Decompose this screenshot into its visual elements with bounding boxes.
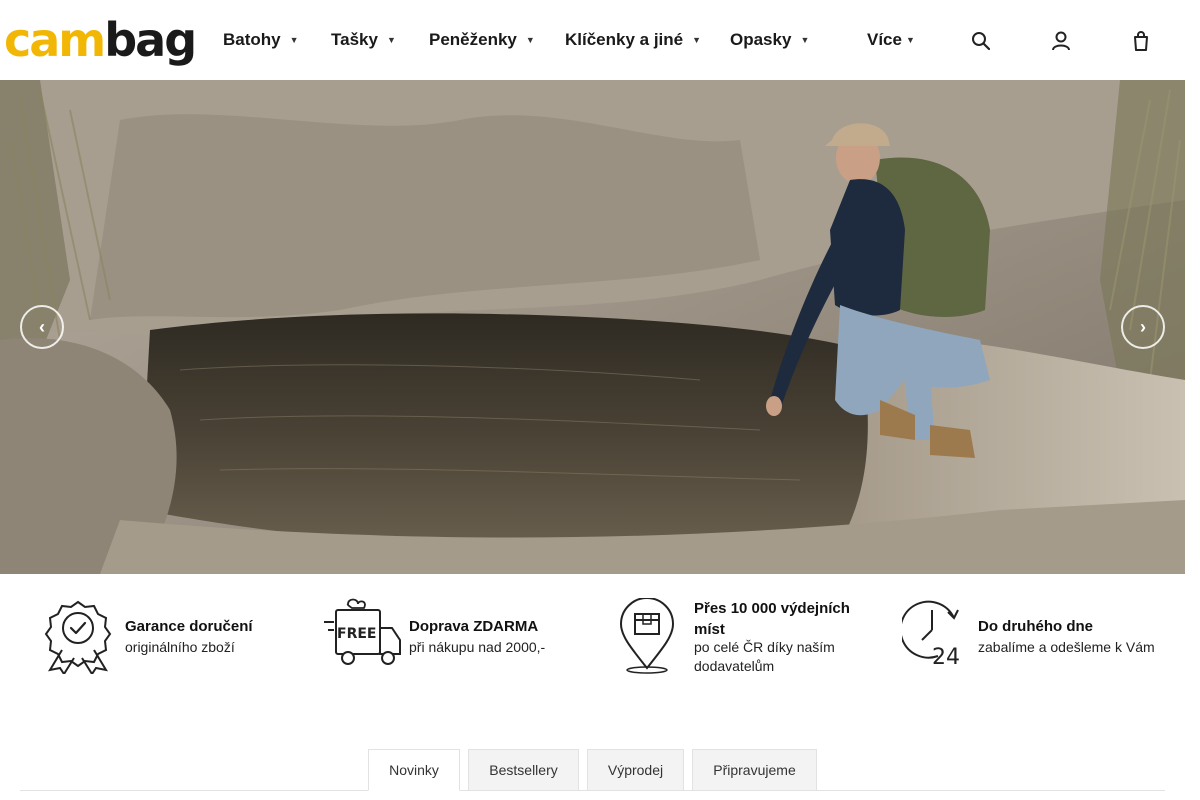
nav-item-opasky[interactable]: Opasky ▼ <box>730 30 809 50</box>
logo-cam: cam <box>4 13 106 67</box>
chevron-left-icon: ‹ <box>39 317 45 337</box>
nav-label: Batohy <box>223 30 281 49</box>
clock-24-text: 24 <box>932 645 960 668</box>
nav-label: Peněženky <box>429 30 517 49</box>
nav-label: Opasky <box>730 30 792 49</box>
search-icon[interactable] <box>971 30 991 52</box>
truck-free-text: FREE <box>337 626 376 642</box>
feature-next-day: 24 Do druhého dne zabalíme a odešleme k … <box>902 598 1172 678</box>
feature-pickup-points: Přes 10 000 výdejních míst po celé ČR dí… <box>617 598 877 678</box>
hero-image <box>0 80 1185 574</box>
nav-item-klicenky[interactable]: Klíčenky a jiné ▼ <box>565 30 701 50</box>
chevron-down-icon: ▼ <box>905 35 915 45</box>
guarantee-badge-icon <box>44 600 112 674</box>
nav-item-penezenky[interactable]: Peněženky ▼ <box>429 30 535 50</box>
chevron-down-icon: ▼ <box>386 35 396 45</box>
logo-bag: bag <box>104 13 197 67</box>
slider-next-button[interactable]: › <box>1121 305 1165 349</box>
nav-item-tasky[interactable]: Tašky ▼ <box>331 30 396 50</box>
feature-subtitle: zabalíme a odešleme k Vám <box>978 639 1155 655</box>
pickup-point-pin-icon <box>619 598 675 674</box>
feature-title: Garance doručení <box>125 618 253 635</box>
feature-subtitle: originálního zboží <box>125 639 235 655</box>
feature-subtitle: po celé ČR díky naším dodavatelům <box>694 639 835 674</box>
tab-pripravujeme[interactable]: Připravujeme <box>692 749 817 791</box>
chevron-down-icon: ▼ <box>692 35 702 45</box>
tab-vyprodej[interactable]: Výprodej <box>587 749 684 791</box>
tab-novinky[interactable]: Novinky <box>368 749 460 791</box>
feature-free-delivery: FREE Doprava ZDARMA při nákupu nad 2000,… <box>324 598 574 678</box>
hero-slider: ‹ › <box>0 80 1185 574</box>
nav-label: Klíčenky a jiné <box>565 30 684 49</box>
slider-prev-button[interactable]: ‹ <box>20 305 64 349</box>
clock-24-icon: 24 <box>902 600 960 668</box>
chevron-right-icon: › <box>1140 317 1146 337</box>
feature-subtitle: při nákupu nad 2000,- <box>409 639 546 655</box>
user-icon[interactable] <box>1051 30 1071 52</box>
tab-bestsellery[interactable]: Bestsellery <box>468 749 579 791</box>
cart-icon[interactable] <box>1131 30 1151 52</box>
feature-title: Do druhého dne <box>978 618 1093 635</box>
chevron-down-icon: ▼ <box>800 35 810 45</box>
site-header: cambag Batohy ▼ Tašky ▼ Peněženky ▼ Klíčenk… <box>0 0 1185 80</box>
chevron-down-icon: ▼ <box>525 35 535 45</box>
nav-label: Tašky <box>331 30 378 49</box>
chevron-down-icon: ▼ <box>289 35 299 45</box>
nav-label: Více <box>867 30 902 49</box>
feature-guarantee: Garance doručení originálního zboží <box>40 598 300 678</box>
nav-item-vice[interactable]: Více ▼ <box>867 30 915 50</box>
feature-title: Přes 10 000 výdejních míst <box>694 600 850 638</box>
logo[interactable]: cambag <box>4 12 197 68</box>
feature-title: Doprava ZDARMA <box>409 618 539 635</box>
free-delivery-truck-icon: FREE <box>324 598 401 665</box>
nav-item-batohy[interactable]: Batohy ▼ <box>223 30 299 50</box>
